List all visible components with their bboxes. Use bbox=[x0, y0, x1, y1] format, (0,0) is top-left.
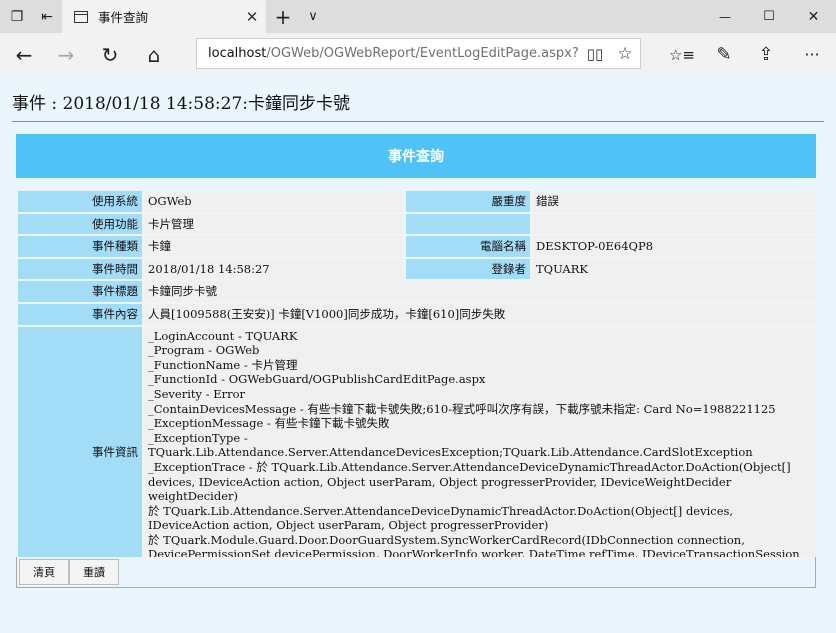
home-button[interactable]: ⌂ bbox=[136, 33, 172, 76]
event-info-line: _Severity - Error bbox=[148, 386, 246, 401]
table-row: 使用功能 卡片管理 bbox=[18, 213, 816, 235]
event-info-line: _ExceptionTrace - 於 TQuark.Lib.Attendanc… bbox=[148, 459, 791, 504]
function-label: 使用功能 bbox=[18, 213, 142, 235]
forward-button[interactable]: → bbox=[48, 33, 84, 76]
event-info-line: 於 TQuark.Lib.Attendance.Server.Attendanc… bbox=[148, 503, 734, 533]
system-value: OGWeb bbox=[144, 191, 404, 212]
event-info-line: _ExceptionMessage - 有些卡鐘下載卡號失敗 bbox=[148, 416, 390, 431]
event-info-label: 事件資訊 bbox=[18, 326, 142, 579]
page-title: 事件 : 2018/01/18 14:58:27:卡鐘同步卡號 bbox=[12, 94, 350, 114]
event-type-value: 卡鐘 bbox=[144, 236, 404, 257]
page-icon bbox=[74, 10, 88, 23]
empty-label bbox=[406, 213, 530, 235]
maximize-button[interactable]: ☐ bbox=[747, 0, 791, 33]
divider bbox=[12, 121, 824, 122]
tab-preview-icon[interactable]: ❐ bbox=[2, 0, 32, 33]
event-info-line: _FunctionId - OGWebGuard/OGPublishCardEd… bbox=[148, 372, 486, 387]
back-button[interactable]: ← bbox=[6, 33, 42, 76]
severity-label: 嚴重度 bbox=[406, 191, 530, 212]
favorites-hub-icon[interactable]: ☆≡ bbox=[664, 33, 700, 76]
address-bar[interactable]: localhost/OGWeb/OGWebReport/EventLogEdit… bbox=[196, 38, 641, 69]
severity-value: 錯誤 bbox=[532, 191, 816, 212]
url-text[interactable]: localhost/OGWeb/OGWebReport/EventLogEdit… bbox=[208, 46, 580, 61]
event-title-label: 事件標題 bbox=[18, 281, 142, 302]
new-tab-button[interactable]: + bbox=[268, 0, 298, 33]
nav-bar: ← → ↻ ⌂ localhost/OGWeb/OGWebReport/Even… bbox=[0, 33, 836, 76]
table-row: 事件種類 卡鐘 電腦名稱 DESKTOP-0E64QP8 bbox=[18, 236, 816, 257]
tab-close-icon[interactable]: ✕ bbox=[238, 8, 266, 26]
event-detail-table: 使用系統 OGWeb 嚴重度 錯誤 使用功能 卡片管理 事件種類 卡鐘 電腦名稱… bbox=[16, 189, 818, 581]
event-info-line: _ExceptionType - TQuark.Lib.Attendance.S… bbox=[148, 430, 753, 460]
event-info-line: _FunctionName - 卡片管理 bbox=[148, 357, 298, 372]
close-window-button[interactable]: ✕ bbox=[791, 0, 836, 33]
event-title-value: 卡鐘同步卡號 bbox=[144, 281, 816, 302]
user-value: TQUARK bbox=[532, 258, 816, 280]
favorite-star-icon[interactable]: ☆ bbox=[610, 44, 640, 64]
panel-header: 事件查詢 bbox=[16, 134, 816, 178]
share-icon[interactable]: ⇪ bbox=[748, 33, 784, 76]
event-content-value: 人員[1009588(王安安)] 卡鐘[V1000]同步成功，卡鐘[610]同步… bbox=[144, 303, 816, 325]
empty-value bbox=[532, 213, 816, 235]
minimize-button[interactable]: — bbox=[703, 0, 747, 33]
event-info-value: _LoginAccount - TQUARK _Program - OGWeb … bbox=[144, 326, 816, 579]
clear-button[interactable]: 清頁 bbox=[19, 559, 69, 585]
table-row: 事件標題 卡鐘同步卡號 bbox=[18, 281, 816, 302]
table-row: 事件內容 人員[1009588(王安安)] 卡鐘[V1000]同步成功，卡鐘[6… bbox=[18, 303, 816, 325]
tab-list-button[interactable]: ∨ bbox=[298, 0, 328, 33]
refresh-button[interactable]: ↻ bbox=[92, 33, 128, 76]
table-row: 事件資訊 _LoginAccount - TQUARK _Program - O… bbox=[18, 326, 816, 579]
web-notes-icon[interactable]: ✎ bbox=[706, 33, 742, 76]
tab-bar: ❐ ⇤ 事件查詢 ✕ + ∨ — ☐ ✕ bbox=[0, 0, 836, 33]
event-info-line: _LoginAccount - TQUARK bbox=[148, 328, 298, 343]
table-row: 事件時間 2018/01/18 14:58:27 登錄者 TQUARK bbox=[18, 258, 816, 280]
function-value: 卡片管理 bbox=[144, 213, 404, 235]
event-type-label: 事件種類 bbox=[18, 236, 142, 257]
event-time-value: 2018/01/18 14:58:27 bbox=[144, 258, 404, 280]
event-info-line: _ContainDevicesMessage - 有些卡鐘下載卡號失敗;610-… bbox=[148, 401, 776, 416]
tab-title: 事件查詢 bbox=[98, 10, 149, 25]
more-icon[interactable]: ··· bbox=[794, 33, 830, 76]
set-tabs-aside-icon[interactable]: ⇤ bbox=[32, 0, 62, 33]
user-label: 登錄者 bbox=[406, 258, 530, 280]
tab-event-query[interactable]: 事件查詢 ✕ bbox=[62, 0, 266, 33]
event-time-label: 事件時間 bbox=[18, 258, 142, 280]
system-label: 使用系統 bbox=[18, 191, 142, 212]
event-info-line: _Program - OGWeb bbox=[148, 343, 260, 358]
reset-button[interactable]: 重讀 bbox=[69, 559, 119, 585]
event-content-label: 事件內容 bbox=[18, 303, 142, 325]
computer-value: DESKTOP-0E64QP8 bbox=[532, 236, 816, 257]
computer-label: 電腦名稱 bbox=[406, 236, 530, 257]
reading-view-icon[interactable]: ▯▯ bbox=[580, 45, 610, 63]
button-bar: 清頁 重讀 bbox=[16, 557, 816, 588]
table-row: 使用系統 OGWeb 嚴重度 錯誤 bbox=[18, 191, 816, 212]
